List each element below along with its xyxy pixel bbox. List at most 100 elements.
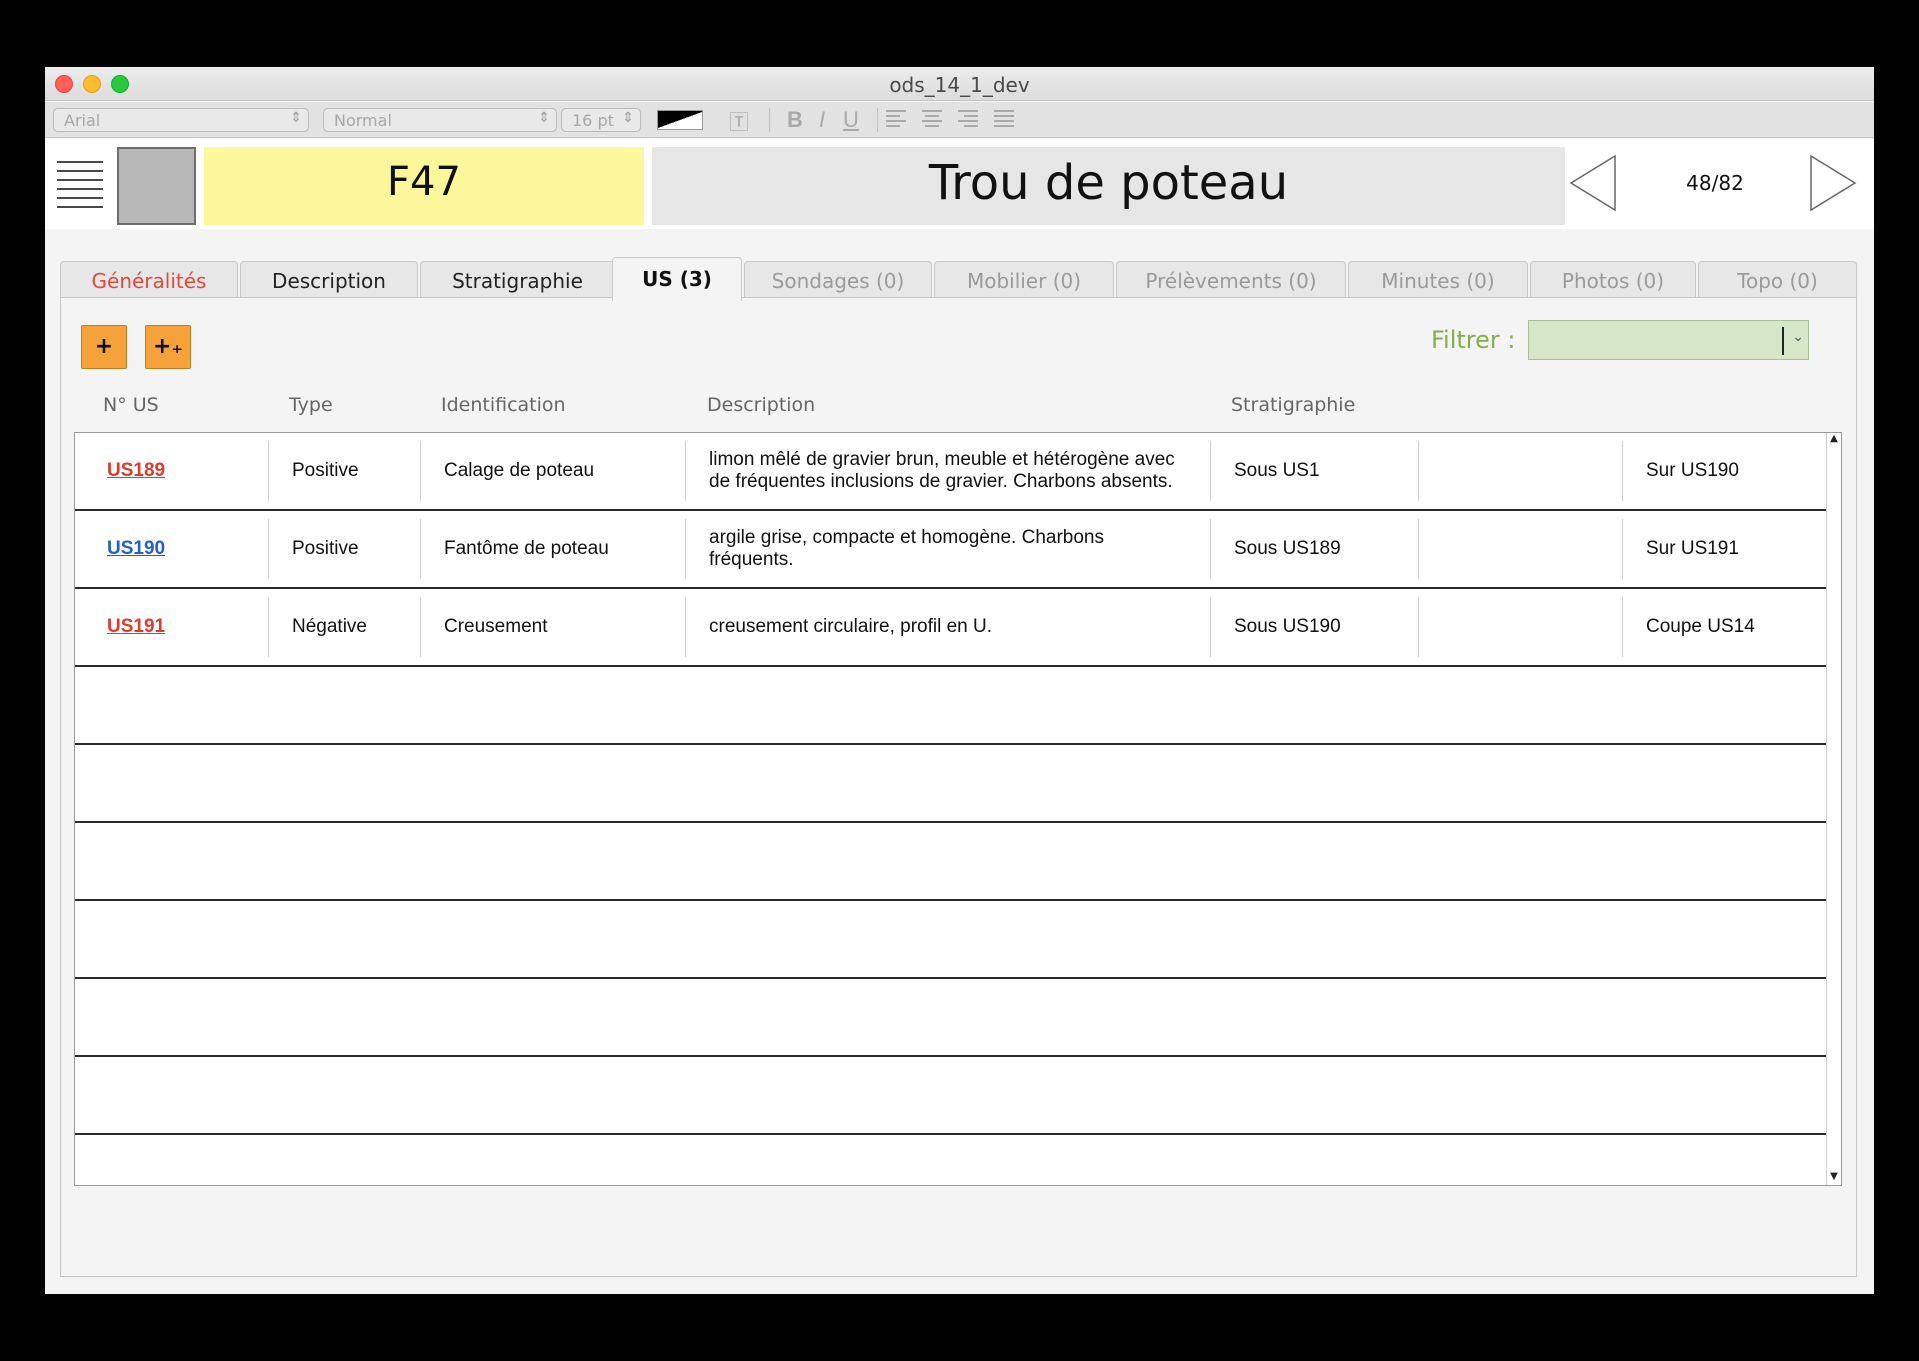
record-id[interactable]: F47	[204, 147, 644, 225]
table-row[interactable]: US190 Positive Fantôme de poteau argile …	[75, 511, 1828, 589]
table-row-empty[interactable]	[75, 823, 1828, 901]
table-row[interactable]: US189 Positive Calage de poteau limon mê…	[75, 433, 1828, 511]
description-cell[interactable]: argile grise, compacte et homogène. Char…	[709, 511, 1129, 587]
stratigraphie-cell-3[interactable]: Sur US190	[1646, 433, 1826, 509]
table-row-empty[interactable]	[75, 901, 1828, 979]
table-row-empty[interactable]	[75, 979, 1828, 1057]
previous-record-button[interactable]	[1567, 153, 1619, 213]
tab-mobilier[interactable]: Mobilier (0)	[934, 261, 1114, 299]
align-justify-icon[interactable]	[993, 107, 1015, 135]
add-us-button[interactable]: +	[81, 325, 127, 369]
stratigraphie-cell-1[interactable]: Sous US189	[1234, 511, 1414, 587]
record-color-box[interactable]	[117, 147, 196, 225]
record-name[interactable]: Trou de poteau	[652, 147, 1565, 225]
us-table: US189 Positive Calage de poteau limon mê…	[74, 432, 1842, 1186]
stratigraphie-cell-3[interactable]: Sur US191	[1646, 511, 1826, 587]
column-divider	[1418, 519, 1419, 579]
type-cell[interactable]: Positive	[292, 433, 417, 509]
filter-label: Filtrer :	[1431, 326, 1516, 354]
column-divider	[420, 519, 421, 579]
stratigraphie-cell-2[interactable]	[1442, 589, 1622, 665]
stratigraphie-cell-1[interactable]: Sous US1	[1234, 433, 1414, 509]
column-header-type: Type	[289, 394, 333, 416]
us-link[interactable]: US191	[107, 616, 165, 638]
triangle-right-icon	[1810, 154, 1857, 212]
column-divider	[268, 519, 269, 579]
us-link[interactable]: US190	[107, 538, 165, 560]
select-arrows-icon: ⇕	[538, 110, 550, 126]
stratigraphie-cell-2[interactable]	[1442, 433, 1622, 509]
us-number-cell[interactable]: US189	[107, 433, 267, 509]
add-multiple-us-button[interactable]: +₊	[145, 325, 191, 369]
identification-cell[interactable]: Fantôme de poteau	[444, 511, 674, 587]
tab-topo[interactable]: Topo (0)	[1698, 261, 1857, 299]
tab-photos[interactable]: Photos (0)	[1530, 261, 1696, 299]
window-title: ods_14_1_dev	[889, 73, 1030, 97]
us-number-cell[interactable]: US190	[107, 511, 267, 587]
tab-prelevements[interactable]: Prélèvements (0)	[1116, 261, 1346, 299]
table-row-empty[interactable]	[75, 667, 1828, 745]
font-family-value: Arial	[64, 111, 101, 130]
stratigraphie-cell-2[interactable]	[1442, 511, 1622, 587]
stratigraphie-cell-3[interactable]: Coupe US14	[1646, 589, 1826, 665]
type-cell[interactable]: Positive	[292, 511, 417, 587]
align-right-icon[interactable]	[957, 107, 979, 135]
filter-input[interactable]: ⌄	[1528, 320, 1809, 360]
select-arrows-icon: ⇕	[622, 110, 634, 126]
us-link[interactable]: US189	[107, 460, 165, 482]
font-size-select[interactable]: 16 pt ⇕	[561, 108, 641, 132]
menu-icon[interactable]	[57, 161, 103, 209]
chevron-down-icon[interactable]: ⌄	[1792, 329, 1804, 345]
toolbar-divider	[769, 108, 770, 132]
align-center-icon[interactable]	[921, 107, 943, 135]
text-cursor	[1782, 327, 1784, 355]
text-background-icon[interactable]: 🅃	[729, 106, 749, 135]
scroll-up-icon[interactable]: ▲	[1827, 433, 1841, 447]
next-record-button[interactable]	[1807, 153, 1859, 213]
column-divider	[1418, 441, 1419, 501]
bold-button[interactable]: B	[787, 107, 803, 133]
font-family-select[interactable]: Arial ⇕	[53, 108, 309, 132]
font-size-value: 16 pt	[572, 111, 614, 130]
format-toolbar: Arial ⇕ Normal ⇕ 16 pt ⇕ 🅃 B I U	[45, 102, 1874, 138]
column-divider	[1210, 441, 1211, 501]
description-cell[interactable]: limon mêlé de gravier brun, meuble et hé…	[709, 433, 1199, 509]
column-header-description: Description	[707, 394, 816, 416]
type-cell[interactable]: Négative	[292, 589, 417, 665]
title-bar: ods_14_1_dev	[45, 67, 1874, 101]
column-header-identification: Identification	[441, 394, 566, 416]
column-divider	[1622, 597, 1623, 657]
triangle-left-icon	[1569, 154, 1616, 212]
toolbar-divider	[877, 108, 878, 132]
column-divider	[685, 597, 686, 657]
scroll-down-icon[interactable]: ▼	[1827, 1171, 1841, 1185]
column-divider	[1210, 597, 1211, 657]
record-header: F47 Trou de poteau 48/82	[45, 139, 1874, 229]
column-header-num: N° US	[103, 394, 159, 416]
identification-cell[interactable]: Creusement	[444, 589, 674, 665]
column-divider	[420, 597, 421, 657]
table-row-empty[interactable]	[75, 1057, 1828, 1135]
identification-cell[interactable]: Calage de poteau	[444, 433, 674, 509]
tab-us[interactable]: US (3)	[612, 257, 742, 301]
text-style-select[interactable]: Normal ⇕	[323, 108, 557, 132]
table-row[interactable]: US191 Négative Creusement creusement cir…	[75, 589, 1828, 667]
us-number-cell[interactable]: US191	[107, 589, 267, 665]
align-left-icon[interactable]	[885, 107, 907, 135]
stratigraphie-cell-1[interactable]: Sous US190	[1234, 589, 1414, 665]
description-cell[interactable]: creusement circulaire, profil en U.	[709, 589, 1199, 665]
record-pager: 48/82	[1686, 171, 1744, 195]
table-scrollbar[interactable]: ▲ ▼	[1826, 433, 1841, 1185]
italic-button[interactable]: I	[819, 107, 825, 133]
column-divider	[420, 441, 421, 501]
tab-stratigraphie[interactable]: Stratigraphie	[420, 261, 615, 299]
tab-generalites[interactable]: Généralités	[60, 261, 238, 299]
tab-description[interactable]: Description	[240, 261, 418, 299]
tab-minutes[interactable]: Minutes (0)	[1348, 261, 1528, 299]
underline-button[interactable]: U	[843, 107, 859, 133]
text-color-swatch[interactable]	[657, 110, 703, 130]
table-row-empty[interactable]	[75, 745, 1828, 823]
tab-sondages[interactable]: Sondages (0)	[744, 261, 932, 299]
column-divider	[268, 441, 269, 501]
select-arrows-icon: ⇕	[290, 110, 302, 126]
